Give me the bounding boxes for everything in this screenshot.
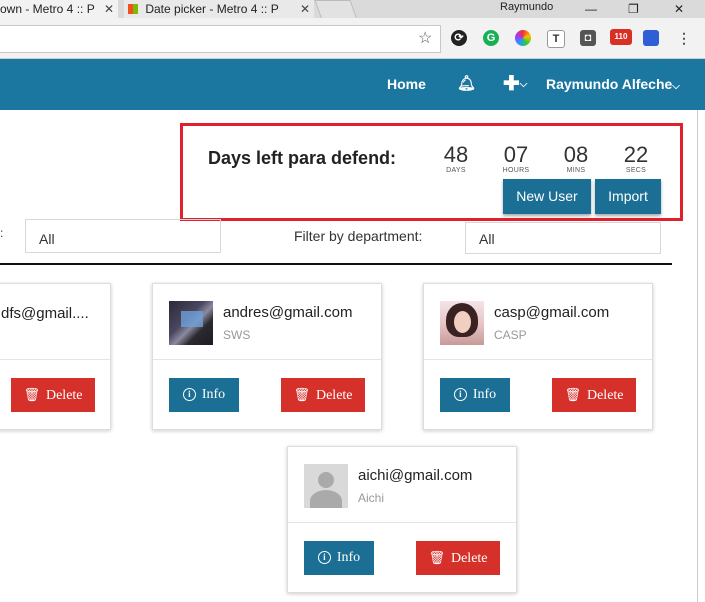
user-email: casp@gmail.com: [494, 304, 610, 321]
delete-button[interactable]: 🗑︎ Delete: [11, 378, 95, 412]
user-department: Aichi: [358, 491, 385, 505]
trash-icon: 🗑︎: [428, 550, 445, 565]
user-email: aichi@gmail.com: [358, 467, 473, 484]
profile-name[interactable]: Raymundo: [500, 1, 553, 13]
delete-button[interactable]: 🗑︎ Delete: [281, 378, 365, 412]
divider: [0, 263, 672, 265]
tab-title: own - Metro 4 :: P: [0, 2, 95, 16]
department-filter-value: All: [479, 231, 495, 247]
default-avatar-icon: [304, 464, 348, 508]
url-input[interactable]: [0, 25, 441, 53]
address-bar: ☆ ⟳ G T ◘ 110 ⋮: [0, 18, 705, 59]
pin-extension-icon[interactable]: ◘: [580, 30, 596, 46]
user-card: casp@gmail.com CASP i Info 🗑︎ Delete: [423, 283, 653, 430]
department-filter-label: Filter by department:: [294, 228, 423, 244]
minimize-icon[interactable]: —: [585, 0, 597, 18]
countdown-label: DAYS: [446, 167, 466, 174]
browser-tab-2[interactable]: Date picker - Metro 4 :: P ✕: [124, 0, 314, 18]
delete-button[interactable]: 🗑︎ Delete: [416, 541, 500, 575]
countdown-mins: 08 MINS: [556, 142, 596, 175]
close-tab-icon[interactable]: ✕: [104, 0, 114, 18]
user-avatar: [169, 301, 213, 345]
user-email: andres@gmail.com: [223, 304, 353, 321]
trash-icon: 🗑︎: [23, 387, 40, 402]
close-tab-icon[interactable]: ✕: [300, 0, 310, 18]
department-filter-select[interactable]: All: [465, 222, 661, 254]
countdown-secs: 22 SECS: [616, 142, 656, 175]
delete-button[interactable]: 🗑︎ Delete: [552, 378, 636, 412]
chevron-down-icon: ⌵: [672, 81, 680, 92]
countdown-value: 22: [623, 142, 649, 167]
info-label: Info: [472, 387, 497, 402]
card-divider: [0, 359, 110, 360]
avatar-face: [454, 311, 471, 333]
user-card: andres@gmail.com SWS i Info 🗑︎ Delete: [152, 283, 382, 430]
bookmark-star-icon[interactable]: ☆: [418, 28, 432, 48]
avatar-body: [310, 490, 342, 508]
browser-tab-strip: own - Metro 4 :: P ✕ Date picker - Metro…: [0, 0, 705, 20]
countdown-value: 07: [503, 142, 529, 167]
user-name: Raymundo Alfeche: [546, 76, 673, 92]
sync-extension-icon[interactable]: ⟳: [451, 30, 467, 46]
chevron-down-icon: ⌵: [519, 79, 528, 90]
bell-icon[interactable]: 🔔︎: [457, 74, 476, 92]
info-label: Info: [201, 387, 226, 402]
delete-label: Delete: [450, 551, 488, 566]
countdown-label: MINS: [566, 167, 586, 174]
card-divider: [153, 359, 381, 360]
info-button[interactable]: i Info: [304, 541, 374, 575]
avatar-head: [318, 472, 334, 488]
nav-home[interactable]: Home: [387, 76, 426, 92]
filter-select[interactable]: All: [25, 219, 221, 253]
delete-label: Delete: [45, 388, 83, 403]
favicon-icon: [128, 4, 138, 14]
browser-tab-1[interactable]: own - Metro 4 :: P ✕: [0, 0, 118, 18]
import-button[interactable]: Import: [595, 179, 661, 214]
filter-value: All: [39, 231, 55, 247]
mail-badge: 110: [614, 32, 628, 41]
delete-label: Delete: [315, 388, 353, 403]
font-extension-icon[interactable]: T: [547, 30, 565, 48]
info-icon: i: [317, 551, 331, 564]
color-picker-icon[interactable]: [515, 30, 531, 46]
add-menu-plus-icon[interactable]: ✚⌵: [503, 71, 527, 96]
user-avatar: [440, 301, 484, 345]
app-navbar: Home 🔔︎ ✚⌵ Raymundo Alfeche⌵: [0, 59, 705, 110]
avatar-photo-detail: [181, 311, 203, 327]
grammarly-icon[interactable]: G: [483, 30, 499, 46]
scrollbar-track[interactable]: [697, 110, 698, 602]
screen-extension-icon[interactable]: [643, 30, 659, 46]
user-department: CASP: [494, 328, 527, 342]
new-tab-button[interactable]: [314, 0, 358, 20]
new-user-button[interactable]: New User: [503, 179, 591, 214]
filter-label-fragment: :: [0, 226, 4, 240]
countdown-label: SECS: [625, 167, 647, 174]
countdown-title: Days left para defend:: [208, 148, 397, 168]
countdown-value: 08: [563, 142, 589, 167]
user-menu[interactable]: Raymundo Alfeche⌵: [546, 76, 680, 92]
trash-icon: 🗑︎: [564, 387, 581, 402]
countdown-label: HOURS: [502, 167, 530, 174]
card-divider: [288, 522, 516, 523]
user-department: SWS: [223, 328, 251, 342]
countdown-value: 48: [443, 142, 469, 167]
user-card: aichi@gmail.com Aichi i Info 🗑︎ Delete: [287, 446, 517, 593]
info-icon: i: [453, 388, 467, 401]
close-window-icon[interactable]: ✕: [674, 0, 684, 18]
info-label: Info: [336, 550, 361, 565]
tab-title: Date picker - Metro 4 :: P: [145, 2, 279, 16]
menu-kebab-icon[interactable]: ⋮: [676, 30, 692, 46]
delete-label: Delete: [586, 388, 624, 403]
info-icon: i: [182, 388, 196, 401]
restore-icon[interactable]: ❐: [628, 0, 639, 18]
countdown-hours: 07 HOURS: [496, 142, 536, 175]
user-card: dfs@gmail.... 🗑︎ Delete: [0, 283, 111, 430]
countdown-days: 48 DAYS: [436, 142, 476, 175]
gmail-icon[interactable]: 110: [610, 29, 632, 45]
info-button[interactable]: i Info: [440, 378, 510, 412]
card-divider: [424, 359, 652, 360]
user-email: dfs@gmail....: [1, 305, 89, 322]
info-button[interactable]: i Info: [169, 378, 239, 412]
trash-icon: 🗑︎: [293, 387, 310, 402]
